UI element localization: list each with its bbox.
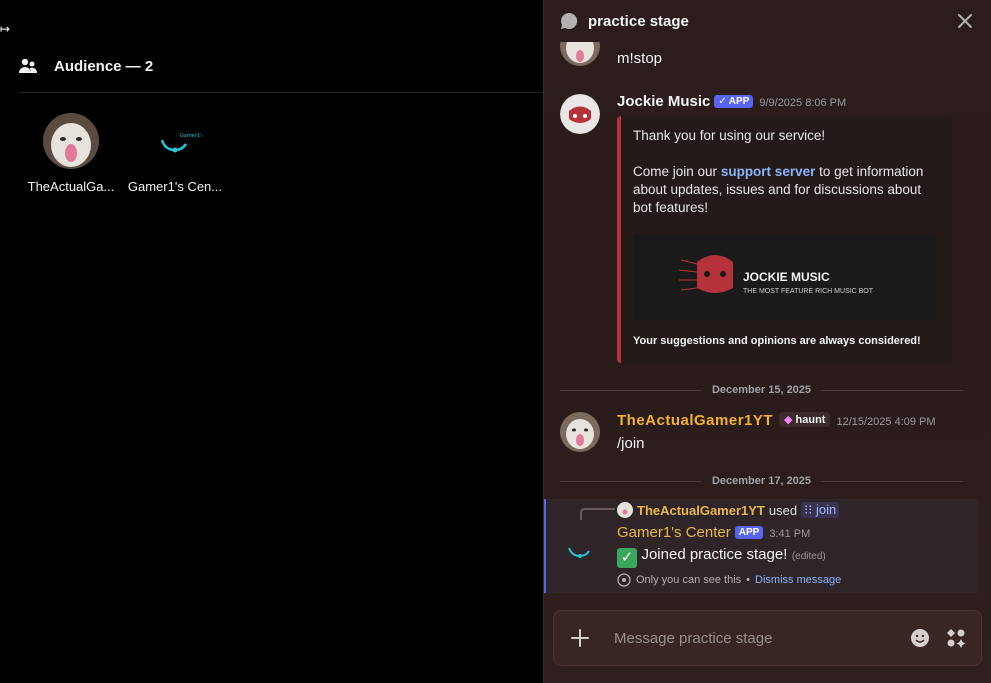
- avatar[interactable]: [560, 528, 600, 568]
- separator-dot: •: [746, 574, 751, 586]
- embed-footer: Your suggestions and opinions are always…: [633, 335, 921, 347]
- message-body: ✓ Joined practice stage! (edited): [617, 546, 826, 568]
- username[interactable]: Gamer1's Center: [617, 524, 731, 541]
- chat-panel: practice stage m!stop Jockie Music ✓ APP 9: [543, 0, 991, 683]
- reply-username[interactable]: TheActualGamer1YT: [637, 503, 765, 518]
- timestamp: 12/15/2025 4:09 PM: [836, 416, 936, 428]
- emoji-icon[interactable]: [909, 627, 931, 649]
- check-mark-icon: ✓: [617, 548, 637, 568]
- timestamp: 9/9/2025 8:06 PM: [759, 97, 847, 109]
- close-icon[interactable]: [955, 11, 975, 31]
- server-tag-label: haunt: [795, 413, 826, 426]
- embed-paragraph: Come join our support server to get info…: [633, 163, 940, 217]
- banner-subtitle: THE MOST FEATURE RICH MUSIC BOT: [743, 288, 874, 295]
- date-separator: December 17, 2025: [560, 475, 963, 487]
- chat-header: practice stage: [544, 0, 991, 42]
- bot-embed: Thank you for using our service! Come jo…: [617, 116, 952, 363]
- dismiss-message-link[interactable]: Dismiss message: [755, 574, 841, 586]
- date-separator: December 15, 2025: [560, 384, 963, 396]
- message-list[interactable]: m!stop Jockie Music ✓ APP 9/9/2025 8:06 PM …: [544, 42, 991, 595]
- gem-icon: ◆: [784, 414, 793, 426]
- app-badge-label: APP: [728, 96, 750, 107]
- avatar[interactable]: Gamer1's: [147, 113, 203, 169]
- avatar[interactable]: [560, 94, 600, 134]
- message-header: TheActualGamer1YT ◆ haunt 12/15/2025 4:09 P…: [617, 412, 936, 430]
- message-text: Joined practice stage!: [641, 546, 788, 563]
- avatar[interactable]: [560, 42, 600, 66]
- audience-header: Audience — 2: [18, 56, 153, 76]
- chat-bubble-icon: [561, 12, 578, 29]
- edited-label: (edited): [791, 551, 826, 562]
- command-icon: ⁝⁝: [804, 502, 816, 517]
- app-badge: APP: [734, 526, 764, 539]
- username[interactable]: Jockie Music: [617, 93, 710, 110]
- mouse-cursor-icon: ↦: [0, 22, 11, 36]
- svg-text:Gamer1's: Gamer1's: [180, 133, 203, 139]
- apps-icon[interactable]: [945, 627, 967, 649]
- people-icon: [19, 58, 37, 73]
- embed-line: Thank you for using our service!: [633, 128, 826, 143]
- slash-command-label: join: [815, 502, 837, 517]
- avatar: [617, 502, 633, 518]
- audience-title: Audience — 2: [54, 57, 154, 75]
- chat-title: practice stage: [588, 12, 689, 30]
- plus-icon[interactable]: [568, 626, 592, 650]
- eye-icon: [617, 573, 631, 587]
- date-separator-label: December 17, 2025: [711, 475, 812, 487]
- message-input[interactable]: [614, 629, 895, 647]
- avatar[interactable]: [560, 412, 600, 452]
- server-tag[interactable]: ◆ haunt: [779, 412, 831, 427]
- message-text: m!stop: [617, 50, 663, 67]
- support-server-link[interactable]: support server: [721, 164, 816, 179]
- reply-context[interactable]: TheActualGamer1YT used ⁝⁝ join: [617, 502, 840, 518]
- message-text: /join: [617, 435, 645, 452]
- member-name: Gamer1's Cen...: [127, 179, 223, 194]
- reply-spine-icon: [580, 508, 615, 520]
- message-header: Jockie Music ✓ APP 9/9/2025 8:06 PM: [617, 93, 846, 111]
- message-header: Gamer1's Center APP 3:41 PM: [617, 524, 810, 542]
- ephemeral-note-text: Only you can see this: [636, 574, 742, 586]
- app-badge: ✓ APP: [714, 95, 754, 108]
- check-icon: ✓: [718, 96, 727, 107]
- timestamp: 3:41 PM: [769, 528, 811, 540]
- member-name: TheActualGa...: [27, 179, 115, 194]
- divider: [18, 92, 543, 93]
- audience-member[interactable]: Gamer1's Gamer1's Cen...: [125, 113, 225, 194]
- audience-member[interactable]: TheActualGa...: [21, 113, 121, 194]
- username[interactable]: TheActualGamer1YT: [617, 412, 773, 429]
- embed-banner-image: JOCKIE MUSIC THE MOST FEATURE RICH MUSIC…: [633, 234, 936, 320]
- message-composer: [553, 610, 982, 666]
- slash-command[interactable]: ⁝⁝ join: [801, 502, 840, 518]
- ephemeral-note: Only you can see this • Dismiss message: [617, 573, 841, 587]
- avatar[interactable]: [43, 113, 99, 169]
- date-separator-label: December 15, 2025: [711, 384, 812, 396]
- embed-text: Come join our: [633, 164, 718, 179]
- reply-used-text: used: [768, 502, 798, 518]
- stage-area: ↦ Audience — 2 TheActualGa... Gamer1's G…: [0, 0, 543, 683]
